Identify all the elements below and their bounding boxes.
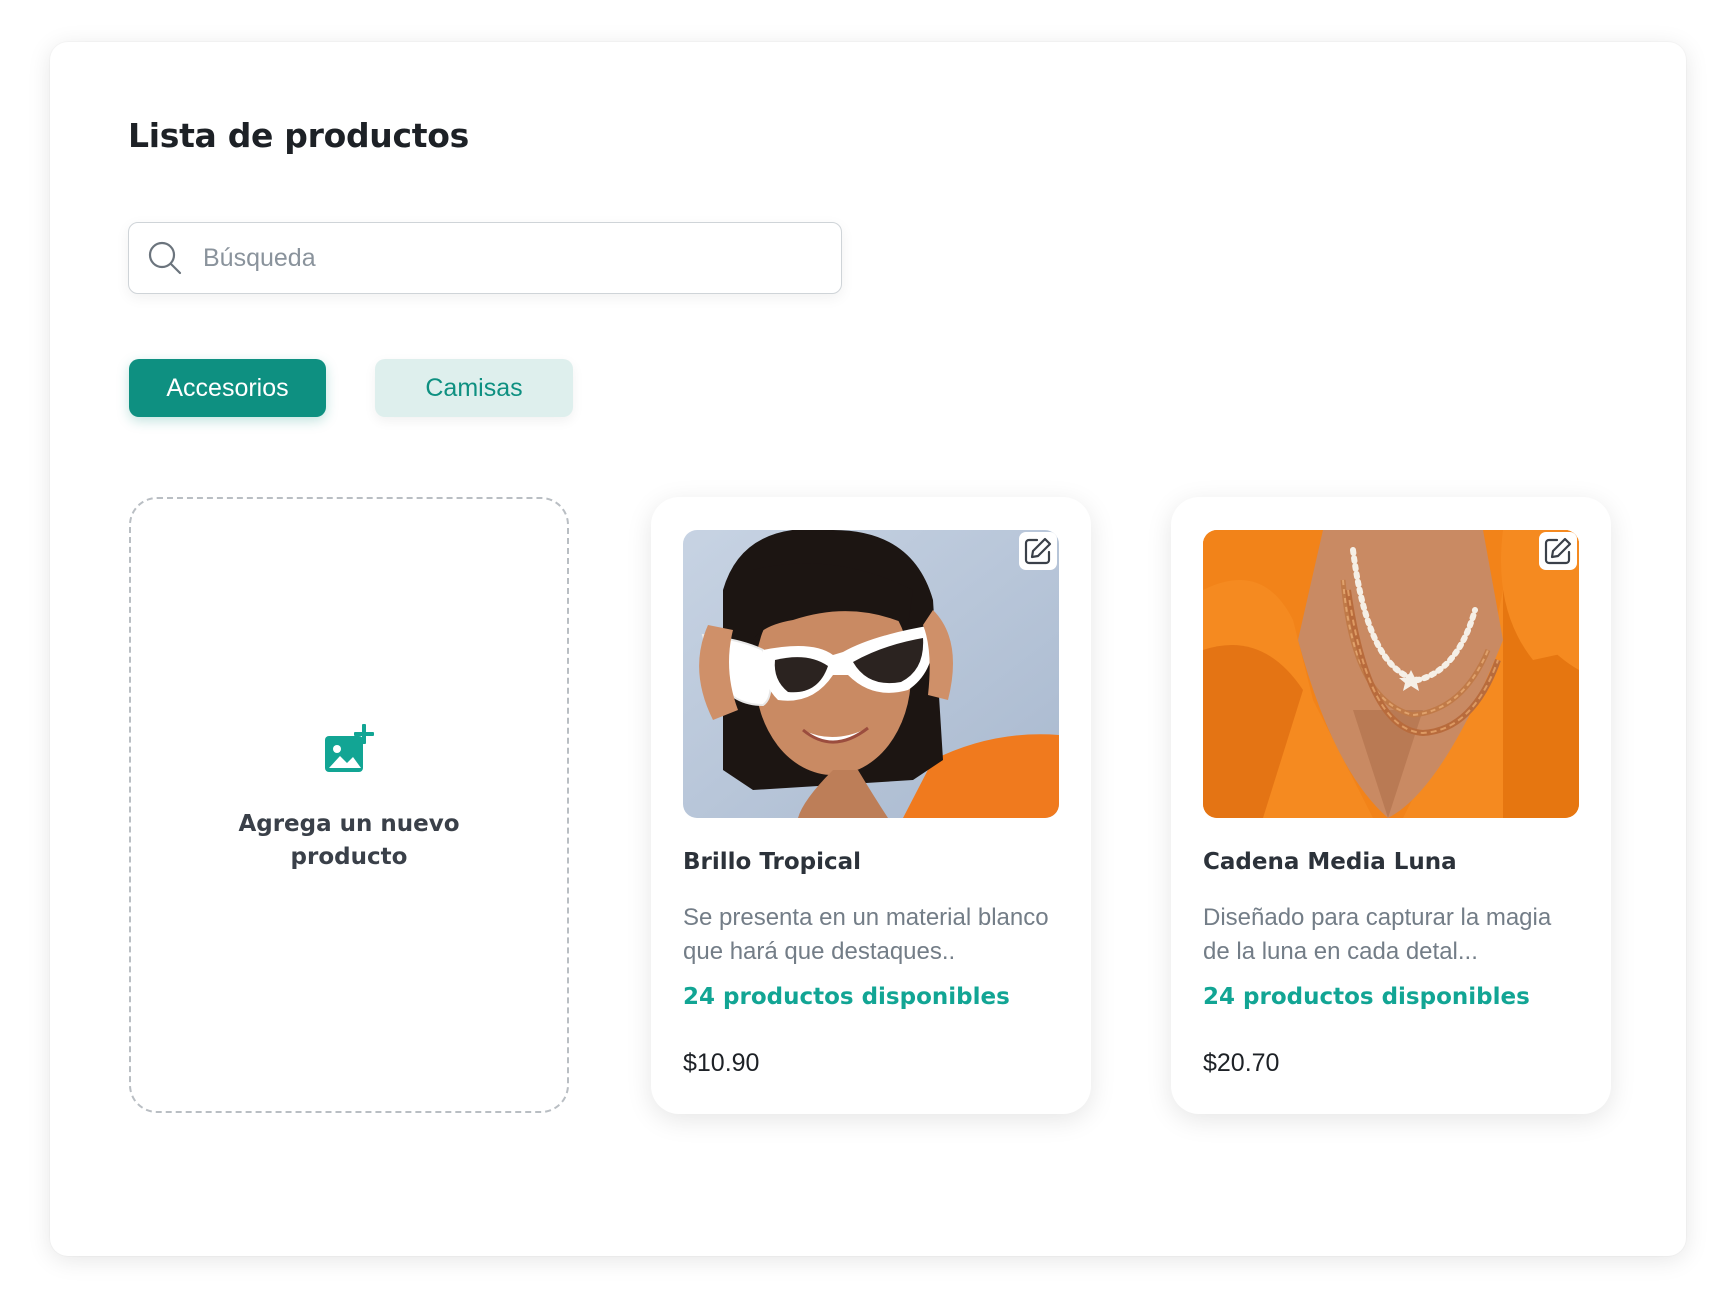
- category-tab-accesorios[interactable]: Accesorios: [129, 359, 326, 417]
- product-price: $10.90: [683, 1049, 760, 1077]
- product-description: Diseñado para capturar la magia de la lu…: [1203, 904, 1552, 965]
- edit-button[interactable]: [1019, 532, 1057, 570]
- product-photo: [683, 530, 1059, 818]
- search-input[interactable]: [201, 242, 825, 274]
- add-product-card[interactable]: Agrega un nuevo producto: [129, 497, 569, 1113]
- product-card[interactable]: Cadena Media Luna Diseñado para capturar…: [1171, 497, 1611, 1114]
- product-description: Se presenta en un material blanco que ha…: [683, 904, 1049, 965]
- product-name: Cadena Media Luna: [1203, 849, 1457, 875]
- edit-button[interactable]: [1539, 532, 1577, 570]
- add-image-icon: [325, 724, 374, 772]
- add-product-label: Agrega un nuevo producto: [238, 811, 460, 870]
- page-title: Lista de productos: [128, 116, 469, 155]
- edit-icon: [1544, 537, 1572, 565]
- product-stock: 24 productos disponibles: [683, 984, 1010, 1010]
- product-card[interactable]: Brillo Tropical Se presenta en un materi…: [651, 497, 1091, 1114]
- category-tab-camisas[interactable]: Camisas: [375, 359, 573, 417]
- product-price: $20.70: [1203, 1049, 1280, 1077]
- search-bar[interactable]: [128, 222, 842, 294]
- product-stock: 24 productos disponibles: [1203, 984, 1530, 1010]
- product-name: Brillo Tropical: [683, 849, 862, 875]
- search-icon: [147, 240, 183, 276]
- edit-icon: [1024, 537, 1052, 565]
- product-photo: [1203, 530, 1579, 818]
